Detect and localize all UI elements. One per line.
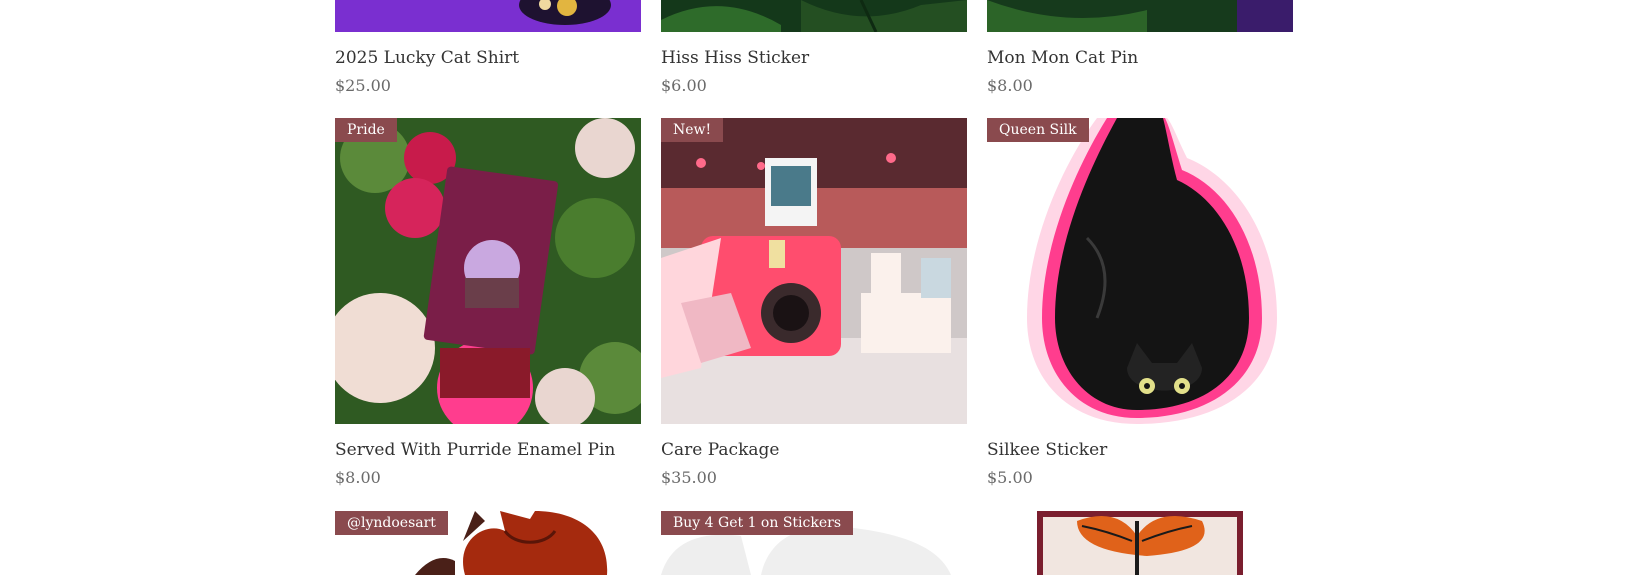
product-price: $6.00: [661, 76, 707, 95]
product-card[interactable]: Mon Mon Cat Pin $8.00: [987, 0, 1293, 100]
product-name[interactable]: Hiss Hiss Sticker: [661, 48, 809, 68]
product-price: $8.00: [335, 468, 381, 487]
product-name[interactable]: Served With Purride Enamel Pin: [335, 440, 615, 460]
product-image[interactable]: [661, 0, 967, 32]
product-price: $8.00: [987, 76, 1033, 95]
product-card[interactable]: New! Care Package $35.00: [661, 118, 967, 493]
product-image[interactable]: [987, 0, 1293, 32]
product-name[interactable]: Silkee Sticker: [987, 440, 1107, 460]
product-image[interactable]: Pride: [335, 118, 641, 424]
product-image[interactable]: New!: [661, 118, 967, 424]
product-card[interactable]: 2025 Lucky Cat Shirt $25.00: [335, 0, 641, 100]
product-grid: 2025 Lucky Cat Shirt $25.00 Hiss Hiss St…: [335, 0, 1293, 575]
product-ribbon: New!: [661, 118, 724, 142]
product-ribbon: Queen Silk: [987, 118, 1089, 142]
product-image[interactable]: Buy 4 Get 1 on Stickers: [661, 511, 967, 575]
product-card[interactable]: Queen Silk Silkee Sticker $5.00: [987, 118, 1293, 493]
product-card[interactable]: Pride Served With Purride Enamel Pin $8.…: [335, 118, 641, 493]
product-ribbon: Pride: [335, 118, 397, 142]
product-image[interactable]: @lyndoesart: [335, 511, 641, 575]
product-image[interactable]: [987, 511, 1293, 575]
product-name[interactable]: Mon Mon Cat Pin: [987, 48, 1138, 68]
product-card[interactable]: @lyndoesart: [335, 511, 641, 575]
product-name[interactable]: 2025 Lucky Cat Shirt: [335, 48, 519, 68]
product-card[interactable]: Hiss Hiss Sticker $6.00: [661, 0, 967, 100]
product-ribbon: Buy 4 Get 1 on Stickers: [661, 511, 853, 535]
product-price: $5.00: [987, 468, 1033, 487]
product-card[interactable]: Buy 4 Get 1 on Stickers: [661, 511, 967, 575]
product-image[interactable]: Queen Silk: [987, 118, 1293, 424]
product-price: $35.00: [661, 468, 717, 487]
product-card[interactable]: [987, 511, 1293, 575]
product-image[interactable]: [335, 0, 641, 32]
product-name[interactable]: Care Package: [661, 440, 779, 460]
product-ribbon: @lyndoesart: [335, 511, 448, 535]
product-price: $25.00: [335, 76, 391, 95]
